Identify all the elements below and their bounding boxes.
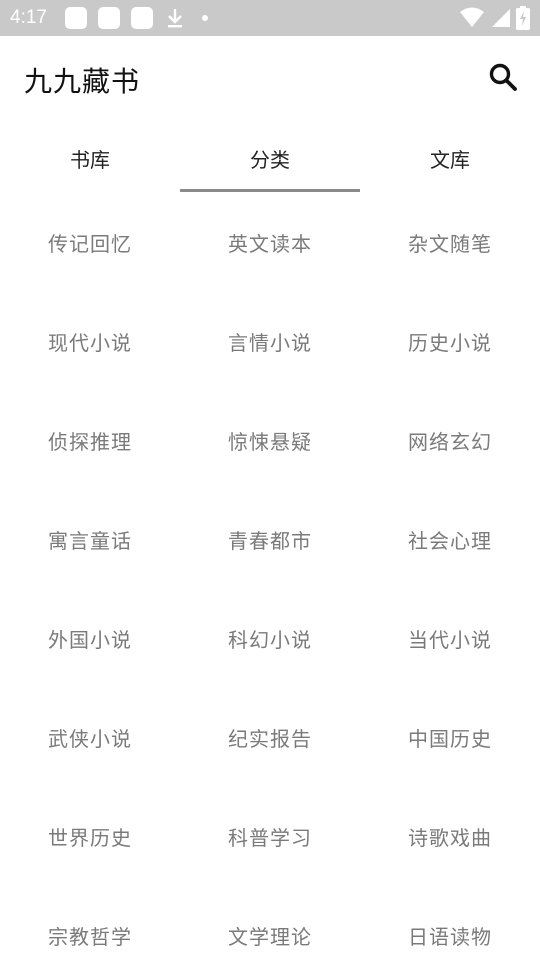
category-item[interactable]: 当代小说	[360, 589, 540, 688]
category-item[interactable]: 日语读物	[360, 886, 540, 960]
signal-icon	[490, 7, 510, 33]
status-time: 4:17	[10, 7, 47, 28]
dot-icon	[201, 15, 208, 21]
category-row: 寓言童话 青春都市 社会心理	[0, 490, 540, 589]
notification-icon	[97, 7, 120, 29]
download-icon	[166, 7, 184, 29]
status-right-icons	[460, 6, 530, 34]
status-bar: 4:17	[0, 0, 540, 36]
category-item[interactable]: 科普学习	[180, 787, 360, 886]
app-title: 九九藏书	[24, 65, 141, 98]
category-item[interactable]: 英文读本	[180, 193, 360, 292]
category-item[interactable]: 青春都市	[180, 490, 360, 589]
category-item[interactable]: 网络玄幻	[360, 391, 540, 490]
category-row: 世界历史 科普学习 诗歌戏曲	[0, 787, 540, 886]
category-item[interactable]: 社会心理	[360, 490, 540, 589]
category-row: 武侠小说 纪实报告 中国历史	[0, 688, 540, 787]
search-icon[interactable]	[486, 60, 520, 94]
battery-icon	[516, 6, 530, 34]
category-item[interactable]: 科幻小说	[180, 589, 360, 688]
notification-icon	[130, 7, 153, 29]
category-row: 侦探推理 惊悚悬疑 网络玄幻	[0, 391, 540, 490]
category-item[interactable]: 寓言童话	[0, 490, 180, 589]
category-item[interactable]: 现代小说	[0, 292, 180, 391]
category-item[interactable]: 杂文随笔	[360, 193, 540, 292]
category-item[interactable]: 世界历史	[0, 787, 180, 886]
category-row: 传记回忆 英文读本 杂文随笔	[0, 193, 540, 292]
notification-icon	[64, 7, 87, 29]
category-item[interactable]: 武侠小说	[0, 688, 180, 787]
category-item[interactable]: 宗教哲学	[0, 886, 180, 960]
app-bar: 九九藏书	[0, 36, 540, 120]
tab-categories[interactable]: 分类	[180, 124, 360, 192]
category-row: 外国小说 科幻小说 当代小说	[0, 589, 540, 688]
category-item[interactable]: 惊悚悬疑	[180, 391, 360, 490]
category-item[interactable]: 文学理论	[180, 886, 360, 960]
category-item[interactable]: 言情小说	[180, 292, 360, 391]
tab-bar: 书库 分类 文库	[0, 124, 540, 192]
category-item[interactable]: 中国历史	[360, 688, 540, 787]
category-item[interactable]: 外国小说	[0, 589, 180, 688]
tab-collections[interactable]: 文库	[360, 124, 540, 192]
wifi-icon	[460, 7, 484, 33]
category-grid: 传记回忆 英文读本 杂文随笔 现代小说 言情小说 历史小说 侦探推理 惊悚悬疑 …	[0, 193, 540, 960]
category-item[interactable]: 纪实报告	[180, 688, 360, 787]
category-item[interactable]: 历史小说	[360, 292, 540, 391]
category-item[interactable]: 传记回忆	[0, 193, 180, 292]
category-item[interactable]: 侦探推理	[0, 391, 180, 490]
tab-library[interactable]: 书库	[0, 124, 180, 192]
category-item[interactable]: 诗歌戏曲	[360, 787, 540, 886]
category-row: 现代小说 言情小说 历史小说	[0, 292, 540, 391]
category-row: 宗教哲学 文学理论 日语读物	[0, 886, 540, 960]
